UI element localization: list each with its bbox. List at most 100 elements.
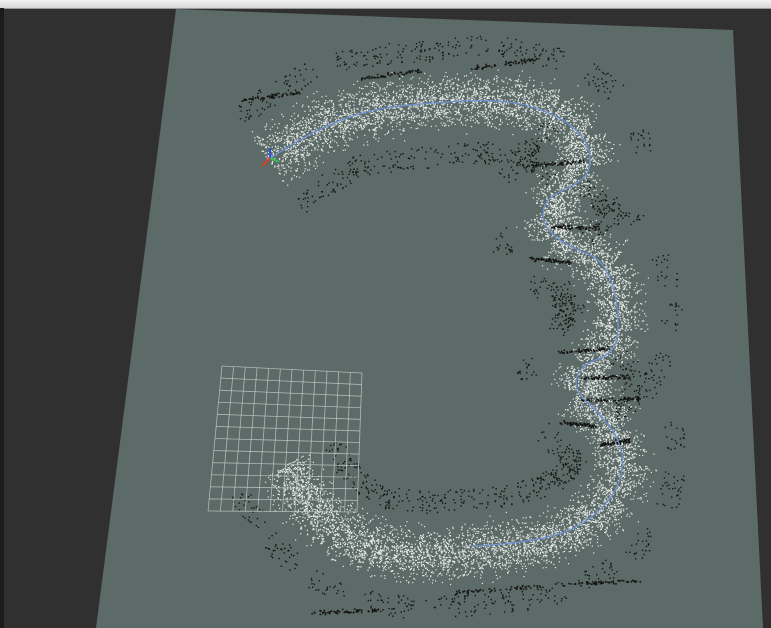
free-point bbox=[296, 158, 298, 160]
free-point bbox=[581, 183, 583, 185]
free-point bbox=[259, 139, 262, 142]
free-point bbox=[521, 70, 523, 72]
free-point bbox=[544, 194, 546, 196]
free-point bbox=[532, 197, 534, 199]
free-point bbox=[311, 106, 313, 108]
free-point bbox=[551, 248, 553, 250]
free-point bbox=[512, 121, 514, 123]
free-point bbox=[538, 93, 540, 95]
free-point bbox=[375, 107, 377, 109]
free-point bbox=[536, 202, 539, 204]
free-point bbox=[375, 130, 377, 132]
free-point bbox=[472, 106, 474, 108]
scene-canvas[interactable] bbox=[0, 0, 771, 628]
free-point bbox=[558, 114, 560, 116]
free-point bbox=[507, 94, 509, 96]
free-point bbox=[571, 251, 573, 253]
free-point bbox=[627, 239, 629, 241]
free-point bbox=[533, 225, 535, 227]
free-point bbox=[596, 175, 598, 177]
free-point bbox=[254, 137, 256, 139]
free-point bbox=[340, 95, 342, 97]
free-point bbox=[559, 108, 561, 110]
free-point bbox=[561, 103, 563, 105]
free-point bbox=[584, 148, 586, 150]
free-point bbox=[560, 175, 563, 177]
free-point bbox=[379, 88, 381, 90]
free-point bbox=[532, 123, 534, 125]
free-point bbox=[309, 109, 311, 111]
free-point bbox=[560, 256, 562, 258]
free-point bbox=[591, 268, 593, 271]
free-point bbox=[389, 100, 392, 102]
free-point bbox=[559, 246, 561, 248]
free-point bbox=[386, 82, 389, 84]
free-point bbox=[452, 83, 454, 85]
free-point bbox=[422, 96, 424, 98]
free-point bbox=[460, 94, 462, 96]
free-point bbox=[353, 132, 355, 135]
free-point bbox=[603, 296, 605, 298]
free-point bbox=[561, 192, 563, 194]
free-point bbox=[446, 105, 449, 107]
free-point bbox=[530, 108, 532, 110]
free-point bbox=[333, 105, 335, 107]
free-point bbox=[511, 113, 513, 115]
free-point bbox=[331, 106, 333, 108]
free-point bbox=[592, 140, 594, 142]
free-point bbox=[570, 171, 572, 173]
free-point bbox=[528, 225, 530, 227]
free-point bbox=[353, 111, 355, 113]
free-point bbox=[588, 245, 590, 247]
free-point bbox=[451, 118, 453, 120]
free-point bbox=[338, 90, 340, 92]
free-point bbox=[598, 105, 600, 107]
free-point bbox=[478, 112, 480, 114]
free-point bbox=[424, 97, 426, 99]
3d-viewport[interactable] bbox=[0, 0, 771, 628]
free-point bbox=[559, 220, 561, 222]
free-point bbox=[520, 84, 522, 86]
free-point bbox=[468, 80, 470, 82]
free-point bbox=[579, 130, 581, 132]
free-point bbox=[567, 145, 569, 147]
free-point bbox=[377, 121, 379, 123]
free-point bbox=[590, 145, 592, 147]
free-point bbox=[608, 301, 610, 303]
free-point bbox=[583, 156, 585, 158]
free-point bbox=[440, 113, 442, 116]
free-point bbox=[509, 91, 511, 93]
free-point bbox=[582, 127, 585, 129]
free-point bbox=[391, 98, 394, 100]
free-point bbox=[584, 146, 586, 148]
free-point bbox=[586, 147, 588, 149]
free-point bbox=[568, 220, 570, 222]
free-point bbox=[584, 189, 587, 192]
free-point bbox=[594, 277, 596, 279]
free-point bbox=[425, 108, 427, 110]
free-point bbox=[552, 209, 554, 211]
free-point bbox=[585, 230, 587, 232]
free-point bbox=[302, 128, 304, 130]
free-point bbox=[464, 84, 466, 86]
free-point bbox=[548, 209, 550, 212]
free-point bbox=[572, 217, 574, 219]
free-point bbox=[575, 140, 578, 142]
free-point bbox=[406, 91, 408, 93]
free-point bbox=[479, 93, 482, 95]
free-point bbox=[572, 137, 574, 139]
free-point bbox=[271, 146, 273, 148]
free-point bbox=[536, 128, 538, 130]
free-point bbox=[550, 207, 552, 209]
free-point bbox=[338, 104, 340, 106]
free-point bbox=[564, 173, 566, 175]
free-point bbox=[585, 248, 587, 250]
free-point bbox=[587, 135, 589, 137]
free-point bbox=[566, 249, 568, 251]
free-point bbox=[575, 158, 577, 160]
free-point bbox=[587, 231, 589, 233]
free-point bbox=[410, 86, 412, 88]
free-point bbox=[551, 95, 553, 97]
free-point bbox=[296, 169, 298, 172]
free-point bbox=[416, 95, 418, 98]
